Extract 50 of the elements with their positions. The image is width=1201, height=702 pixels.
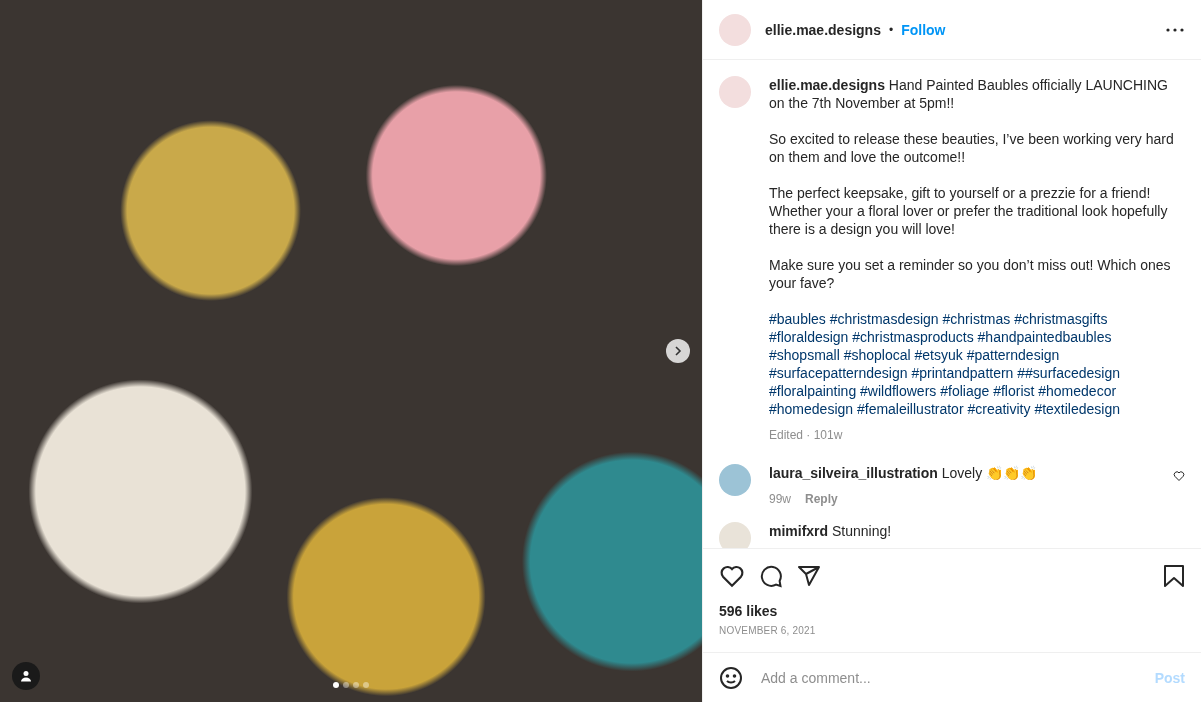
hashtag-link[interactable]: #textiledesign	[1034, 401, 1120, 417]
hashtag-link[interactable]: #christmas	[942, 311, 1011, 327]
hashtag-link[interactable]: #floralpainting	[769, 383, 857, 399]
caption-text: Make sure you set a reminder so you don’t miss out! Which ones your fave?	[769, 256, 1172, 292]
hashtag-link[interactable]: #christmasproducts	[852, 329, 974, 345]
likes-count[interactable]: 596 likes	[703, 597, 1201, 619]
hashtag-link[interactable]: #christmasdesign	[829, 311, 939, 327]
hashtag-link[interactable]: #surfacepatterndesign	[769, 365, 908, 381]
user-icon	[20, 670, 32, 682]
like-icon[interactable]	[719, 563, 745, 589]
edited-timestamp: Edited · 101w	[769, 427, 844, 444]
hashtag-link[interactable]: #shopsmall	[769, 347, 840, 363]
bookmark-icon[interactable]	[1163, 564, 1185, 588]
hashtag-link[interactable]: #printandpattern	[911, 365, 1014, 381]
carousel-dot[interactable]	[343, 682, 349, 688]
next-button[interactable]	[666, 339, 690, 363]
comment-text: mimifxrd Stunning!	[769, 522, 893, 540]
post-date: NOVEMBER 6, 2021	[718, 624, 817, 638]
hashtag-link[interactable]: #creativity	[967, 401, 1031, 417]
comment-time: 99w	[769, 491, 791, 508]
hashtag-link[interactable]: ##surfacedesign	[1017, 365, 1121, 381]
caption-text: So excited to release these beauties, I’ve been working very hard on them and love the outcome!!	[769, 130, 1175, 166]
chevron-right-icon	[673, 346, 683, 356]
like-comment-icon[interactable]	[1173, 470, 1185, 482]
user-tag-button[interactable]	[12, 662, 40, 690]
carousel-dot[interactable]	[363, 682, 369, 688]
hashtag-link[interactable]: #femaleillustrator	[856, 401, 964, 417]
separator-dot: •	[888, 22, 894, 37]
username[interactable]: ellie.mae.designs	[765, 21, 881, 38]
hashtag-link[interactable]: #wildflowers	[860, 383, 937, 399]
caption-text: ellie.mae.designs Hand Painted Baubles officially LAUNCHING on the 7th November at 5pm!!	[769, 76, 1169, 112]
hashtag-link[interactable]: #homedesign	[769, 401, 854, 417]
hashtag-link[interactable]: #florist	[993, 383, 1035, 399]
caption-text: The perfect keepsake, gift to yourself or a prezzie for a friend! Whether your a floral lover or prefer the traditional look hopefully there is a design you will love!	[769, 184, 1169, 238]
carousel-dot[interactable]	[353, 682, 359, 688]
hashtag-link[interactable]: #christmasgifts	[1014, 311, 1108, 327]
hashtag-link[interactable]: #etsyuk	[914, 347, 963, 363]
hashtag-link[interactable]: #patterndesign	[966, 347, 1060, 363]
more-options-icon[interactable]	[1165, 26, 1185, 33]
comment-icon[interactable]	[759, 564, 783, 588]
emoji-icon[interactable]	[719, 665, 743, 690]
comment-text: laura_silveira_illustration Lovely 👏👏👏	[769, 464, 1039, 482]
share-icon[interactable]	[797, 564, 821, 588]
hashtag-link[interactable]: #floraldesign	[769, 329, 849, 345]
hashtag-link[interactable]: #foliage	[940, 383, 990, 399]
carousel-dot[interactable]	[333, 682, 339, 688]
hashtag-link[interactable]: #shoplocal	[843, 347, 911, 363]
hashtag-link[interactable]: #handpaintedbaubles	[977, 329, 1112, 345]
hashtag-link[interactable]: #baubles	[769, 311, 826, 327]
hashtag-link[interactable]: #homedecor	[1038, 383, 1117, 399]
